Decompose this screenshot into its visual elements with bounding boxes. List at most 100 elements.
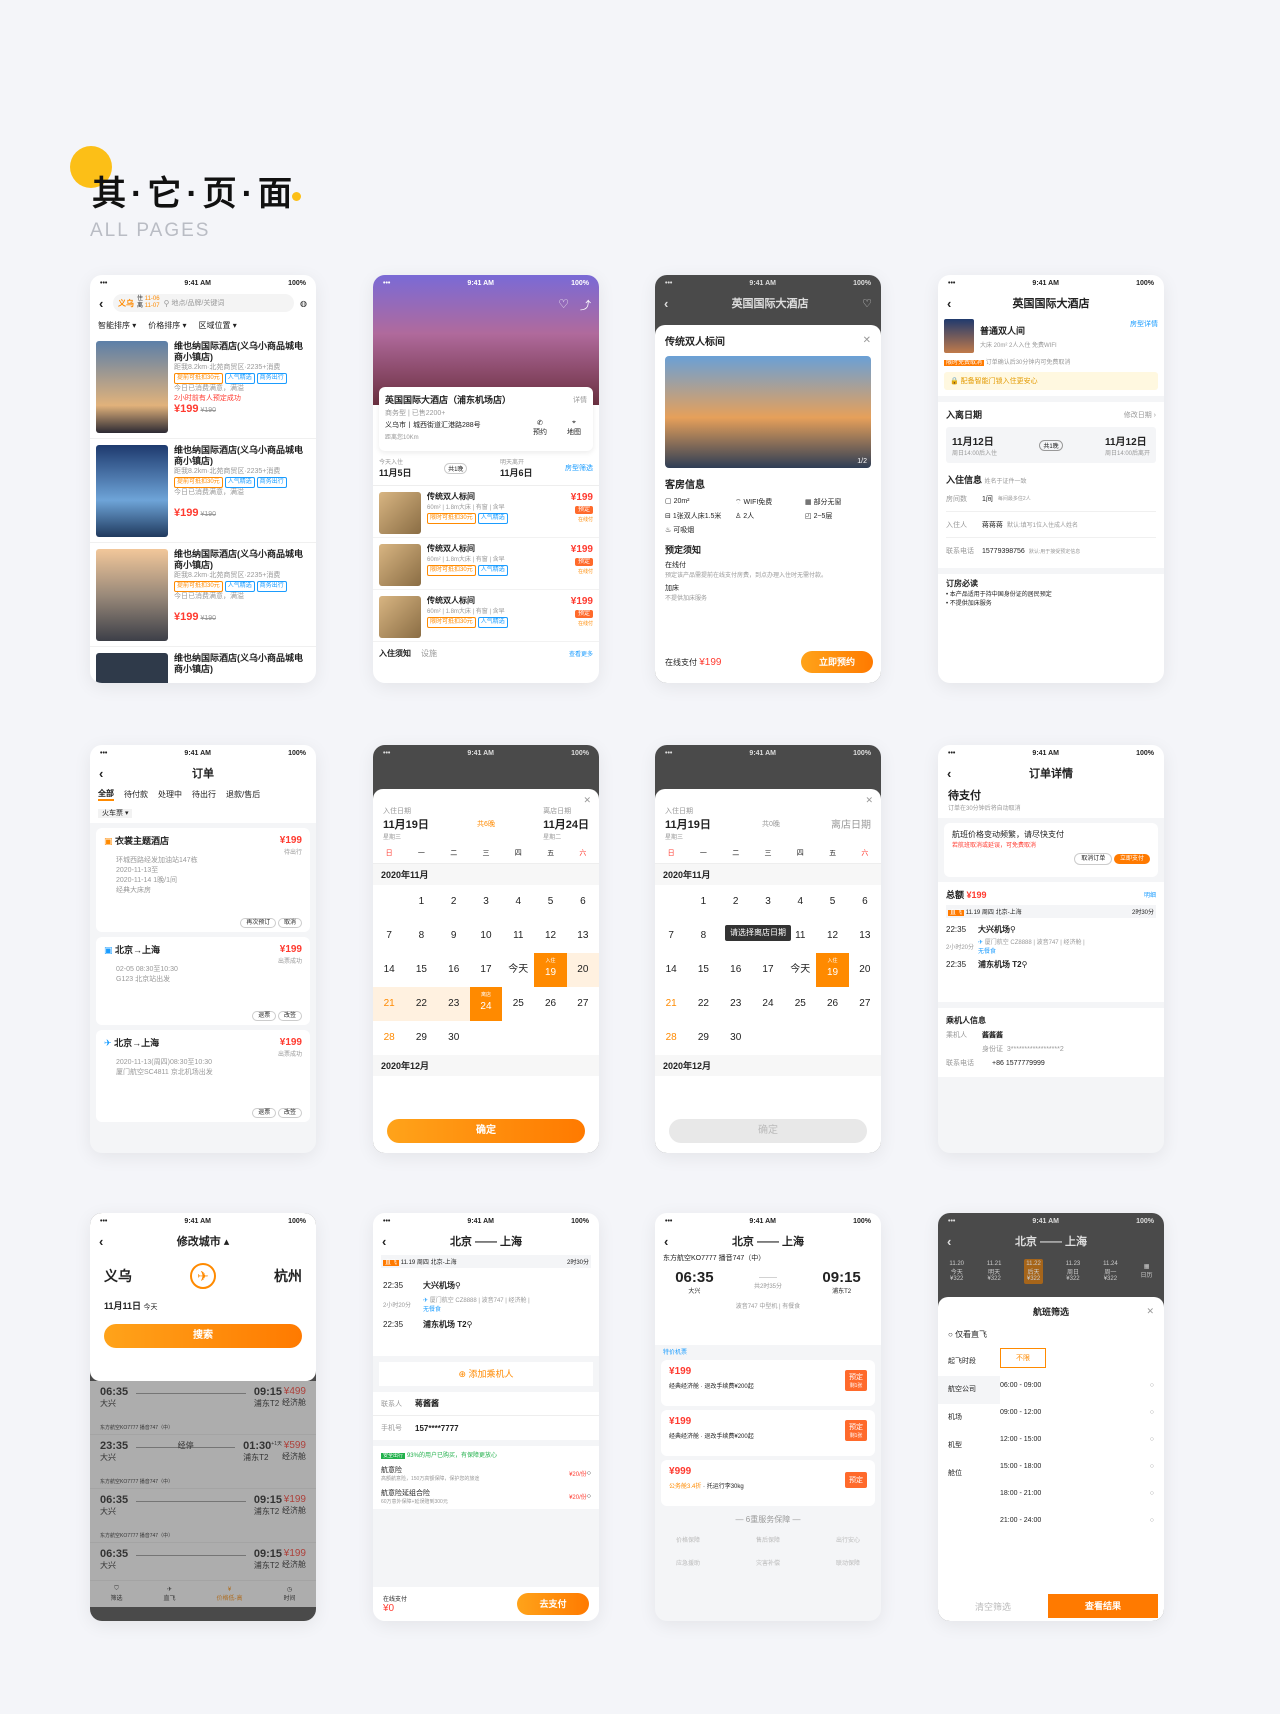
back-icon[interactable]: ‹: [664, 1234, 678, 1249]
from-city[interactable]: 义乌: [104, 1266, 132, 1286]
direct-only-checkbox[interactable]: ○ 仅看直飞: [938, 1325, 1164, 1344]
tab-processing[interactable]: 处理中: [158, 789, 182, 800]
tab-unpaid[interactable]: 待付款: [124, 789, 148, 800]
book-button[interactable]: 预定 剩1张: [845, 1370, 867, 1391]
back-icon[interactable]: ‹: [99, 296, 113, 311]
guest-name-field[interactable]: 蒋蒋蒋: [982, 520, 1003, 530]
date-chip[interactable]: 11.23 周日 ¥322: [1066, 1261, 1081, 1282]
tab-upcoming[interactable]: 待出行: [192, 789, 216, 800]
detail-link[interactable]: 明细: [1144, 890, 1156, 899]
contact-input[interactable]: 蒋酱酱: [415, 1398, 439, 1409]
time-option[interactable]: 18:00 - 21:00 ○: [1000, 1480, 1154, 1507]
cat-airport[interactable]: 机场: [948, 1404, 1000, 1432]
flight-row[interactable]: 06:35 大兴 09:15 浦东T2 ¥499 经济舱 东方航空KO7777 播音747（…: [90, 1381, 316, 1435]
fare-card[interactable]: ¥199 经典经济舱 · 退改手续费¥200起 预定 剩1张: [661, 1410, 875, 1456]
phone-field[interactable]: 15779398756: [982, 548, 1025, 555]
refund-button[interactable]: 退票: [252, 1108, 277, 1118]
cat-time[interactable]: 起飞时段: [948, 1348, 1000, 1376]
back-icon[interactable]: ‹: [99, 766, 113, 781]
back-icon[interactable]: ‹: [664, 296, 678, 311]
tab-refund[interactable]: 退款/售后: [226, 789, 260, 800]
cancel-button[interactable]: 取消: [277, 918, 302, 928]
close-icon[interactable]: ✕: [655, 789, 881, 806]
room-row[interactable]: 传统双人标间 60m² | 1.8m大床 | 有窗 | 含早 限时可抵扣30元 人气精…: [373, 590, 599, 642]
room-detail-link[interactable]: 房型详情: [1130, 319, 1158, 329]
search-bar[interactable]: 义乌 住 11-06 离 11-07 ⚲ 地点/品牌/关键词: [113, 294, 295, 312]
direct-tab[interactable]: ✈ 直飞: [163, 1586, 175, 1602]
fare-card[interactable]: ¥999 公务舱3.4折 · 托运行李30kg 预定: [661, 1460, 875, 1506]
confirm-button[interactable]: 确定: [387, 1119, 585, 1143]
cat-plane[interactable]: 机型: [948, 1432, 1000, 1460]
time-option[interactable]: 21:00 - 24:00 ○: [1000, 1507, 1154, 1534]
book-button[interactable]: 预定 剩1张: [845, 1420, 867, 1441]
date-chip-selected[interactable]: 11.22 后天 ¥322: [1024, 1258, 1043, 1284]
insurance-checkbox[interactable]: ○: [587, 1493, 591, 1500]
rooms-field[interactable]: 1间: [982, 494, 993, 504]
rebook-button[interactable]: 再次预订: [240, 918, 277, 928]
tab-notice[interactable]: 入住须知: [379, 648, 411, 659]
filter-tab[interactable]: ⛉ 筛选: [110, 1586, 122, 1602]
date-chip[interactable]: 11.21 明天 ¥322: [987, 1261, 1002, 1282]
change-button[interactable]: 改签: [277, 1108, 302, 1118]
cat-airline[interactable]: 航空公司: [938, 1376, 1000, 1404]
pay-now-button[interactable]: 立即支付: [1113, 854, 1150, 864]
close-icon[interactable]: ✕: [863, 335, 871, 346]
confirm-button-disabled[interactable]: 确定: [669, 1119, 867, 1143]
option-nolimit[interactable]: 不限: [1000, 1348, 1046, 1368]
cat-cabin[interactable]: 舱位: [948, 1460, 1000, 1488]
phone-input[interactable]: 157****7777: [415, 1424, 459, 1433]
order-card[interactable]: ▣ 衣裳主题酒店 ¥199 待出行 环城西路经发加油站147栋 2020-11-13…: [96, 828, 310, 932]
phone-icon[interactable]: ✆ 预约: [533, 419, 547, 437]
close-icon[interactable]: ✕: [373, 789, 599, 806]
book-button[interactable]: 预定: [574, 558, 593, 566]
view-results-button[interactable]: 查看结果: [1048, 1594, 1158, 1618]
flight-row[interactable]: 06:35 大兴 09:15 浦东T2 ¥199 经济舱: [90, 1543, 316, 1581]
sort-dropdown[interactable]: 智能排序 ▾: [98, 320, 136, 331]
swap-icon[interactable]: ✈: [190, 1263, 216, 1289]
time-option[interactable]: 09:00 - 12:00 ○: [1000, 1399, 1154, 1426]
share-icon[interactable]: ⤴: [580, 297, 591, 313]
back-icon[interactable]: ‹: [947, 296, 961, 311]
time-tab[interactable]: ◷ 时间: [283, 1586, 295, 1602]
calendar-grid[interactable]: 123456 78910111213 14151617今天入住1920 2122…: [373, 885, 599, 1055]
hotel-card[interactable]: 维也纳国际酒店(义乌小商品城电商小镇店): [90, 647, 316, 683]
check-out-day[interactable]: 离店 24: [469, 987, 503, 1021]
clear-filter-button[interactable]: 清空筛选: [938, 1600, 1048, 1613]
hotel-card[interactable]: 维也纳国际酒店(义乌小商品城电商小镇店) 距我8.2km·北苑商贸区·2235+…: [90, 335, 316, 439]
map-icon[interactable]: ◍: [300, 299, 307, 308]
flight-row[interactable]: 06:35 大兴 09:15 浦东T2 ¥199 经济舱 东方航空KO7777 播音747（…: [90, 1489, 316, 1543]
modify-date-link[interactable]: 修改日期 ›: [1124, 410, 1156, 420]
book-button[interactable]: 预定: [574, 506, 593, 514]
order-filter[interactable]: 火车票 ▾: [98, 809, 133, 818]
close-icon[interactable]: ✕: [1146, 1306, 1154, 1317]
search-button[interactable]: 搜索: [104, 1324, 302, 1348]
heart-icon[interactable]: ♡: [862, 297, 872, 310]
book-button[interactable]: 预定: [574, 610, 593, 618]
tab-all[interactable]: 全部: [98, 788, 114, 801]
city-label[interactable]: 义乌: [118, 298, 134, 309]
back-icon[interactable]: ‹: [99, 1234, 113, 1249]
calendar-grid[interactable]: 123456 78910111213 14151617今天入住1920 2122…: [655, 885, 881, 1055]
hotel-card[interactable]: 维也纳国际酒店(义乌小商品城电商小镇店) 距我8.2km·北苑商贸区·2235+…: [90, 439, 316, 543]
check-in-day[interactable]: 入住 19: [816, 953, 849, 987]
refund-button[interactable]: 退票: [252, 1011, 277, 1021]
fare-card[interactable]: ¥199 经典经济舱 · 退改手续费¥200起 预定 剩1张: [661, 1360, 875, 1406]
check-in-day[interactable]: 入住 19: [534, 953, 567, 987]
add-passenger-button[interactable]: ⊕ 添加乘机人: [379, 1362, 593, 1386]
cancel-order-button[interactable]: 取消订单: [1074, 853, 1113, 865]
heart-icon[interactable]: ♡: [558, 297, 569, 311]
room-row[interactable]: 传统双人标间 60m² | 1.8m大床 | 有窗 | 含早 限时可抵扣30元 人气精…: [373, 486, 599, 538]
change-button[interactable]: 改签: [277, 1011, 302, 1021]
pay-button[interactable]: 去支付: [517, 1593, 589, 1615]
room-row[interactable]: 传统双人标间 60m² | 1.8m大床 | 有窗 | 含早 限时可抵扣30元 人气精…: [373, 538, 599, 590]
search-input[interactable]: 地点/品牌/关键词: [171, 298, 224, 308]
more-link[interactable]: 查看更多: [569, 649, 593, 658]
detail-link[interactable]: 详情: [573, 395, 587, 405]
time-option[interactable]: 12:00 - 15:00 ○: [1000, 1426, 1154, 1453]
back-icon[interactable]: ‹: [382, 1234, 396, 1249]
area-dropdown[interactable]: 区域位置 ▾: [199, 320, 237, 331]
book-now-button[interactable]: 立即预约: [801, 651, 873, 673]
tab-facility[interactable]: 设施: [421, 648, 437, 659]
back-icon[interactable]: ‹: [947, 1234, 961, 1249]
price-sort-tab[interactable]: ¥ 价格低-高: [216, 1587, 242, 1602]
